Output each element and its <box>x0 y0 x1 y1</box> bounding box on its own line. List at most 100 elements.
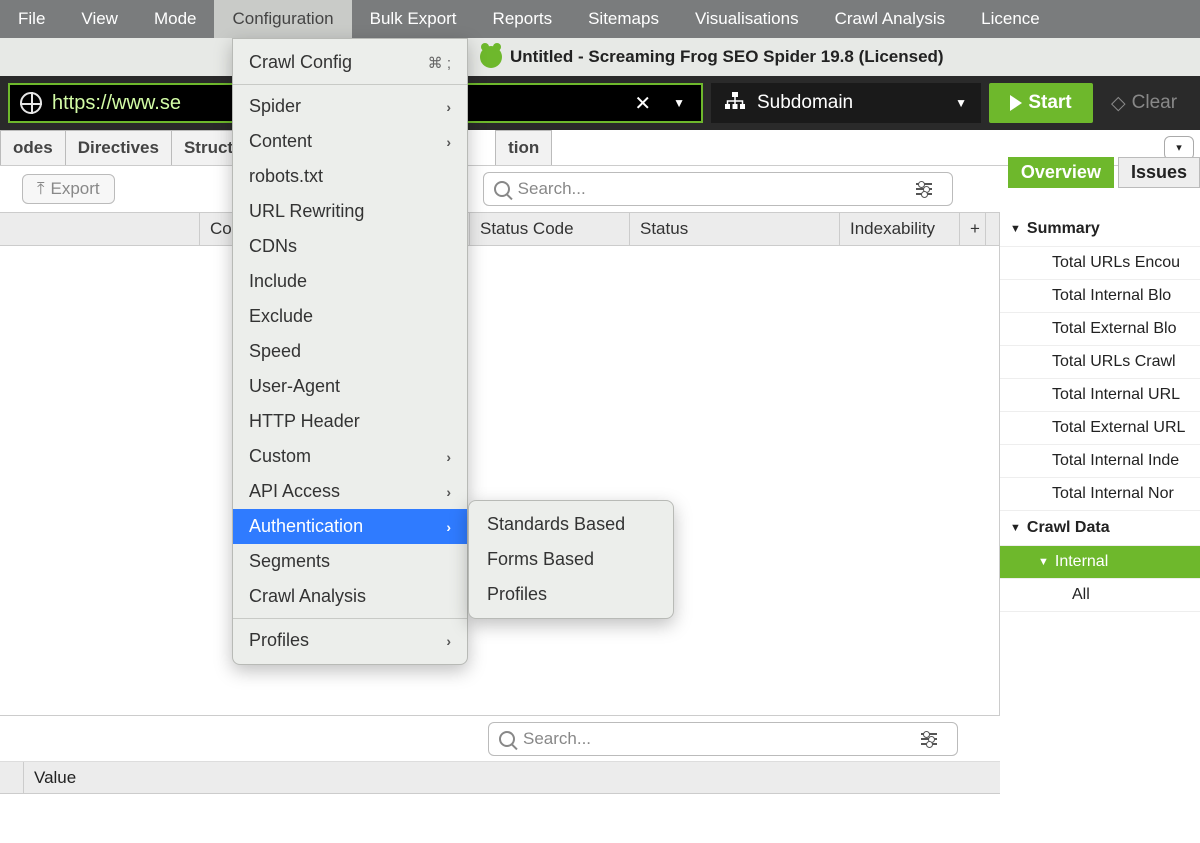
chevron-right-icon: › <box>446 134 451 150</box>
menu-item-crawl-config[interactable]: Crawl Config⌘ ; <box>233 45 467 80</box>
app-icon <box>480 46 502 68</box>
tab-directives[interactable]: Directives <box>65 130 172 165</box>
add-column-button[interactable]: + <box>960 213 986 245</box>
menu-item-label: robots.txt <box>249 166 323 187</box>
submenu-item-profiles[interactable]: Profiles <box>469 577 673 612</box>
menu-item-label: Authentication <box>249 516 363 537</box>
summary-item[interactable]: Total Internal Blo <box>1000 280 1200 313</box>
sitemap-icon <box>725 92 745 115</box>
start-label: Start <box>1028 92 1071 114</box>
menu-item-exclude[interactable]: Exclude <box>233 299 467 334</box>
menu-item-segments[interactable]: Segments <box>233 544 467 579</box>
col-status[interactable]: Status <box>630 213 840 245</box>
globe-icon <box>20 92 42 114</box>
menu-configuration[interactable]: Configuration <box>214 0 351 38</box>
tab-partial[interactable]: tion <box>495 130 552 165</box>
col-indexability[interactable]: Indexability <box>840 213 960 245</box>
scope-label: Subdomain <box>757 92 853 114</box>
menu-item-label: URL Rewriting <box>249 201 364 222</box>
submenu-item-standards-based[interactable]: Standards Based <box>469 507 673 542</box>
menu-item-http-header[interactable]: HTTP Header <box>233 404 467 439</box>
menu-file[interactable]: File <box>0 0 63 38</box>
detail-search-input[interactable]: Search... <box>488 722 958 756</box>
start-button[interactable]: Start <box>989 83 1093 123</box>
menu-reports[interactable]: Reports <box>475 0 571 38</box>
menu-item-label: Crawl Analysis <box>249 586 366 607</box>
menu-separator <box>233 618 467 619</box>
menubar: FileViewModeConfigurationBulk ExportRepo… <box>0 0 1200 38</box>
menu-item-label: Content <box>249 131 312 152</box>
menu-separator <box>233 84 467 85</box>
menu-bulk-export[interactable]: Bulk Export <box>352 0 475 38</box>
menu-item-spider[interactable]: Spider › <box>233 89 467 124</box>
overview-panel: ▼Summary Total URLs EncouTotal Internal … <box>1000 212 1200 843</box>
menu-item-profiles[interactable]: Profiles › <box>233 623 467 658</box>
menu-item-url-rewriting[interactable]: URL Rewriting <box>233 194 467 229</box>
summary-item[interactable]: Total Internal Inde <box>1000 445 1200 478</box>
chevron-down-icon: ▼ <box>955 96 967 110</box>
menu-item-authentication[interactable]: Authentication› <box>233 509 467 544</box>
search-icon <box>499 731 515 747</box>
menu-item-crawl-analysis[interactable]: Crawl Analysis <box>233 579 467 614</box>
menu-view[interactable]: View <box>63 0 136 38</box>
crawl-data-header[interactable]: ▼Crawl Data <box>1000 511 1200 546</box>
summary-item[interactable]: Total Internal URL <box>1000 379 1200 412</box>
detail-col-blank <box>0 762 24 793</box>
search-placeholder: Search... <box>523 729 591 749</box>
menu-shortcut: ⌘ ; <box>428 54 451 72</box>
submenu-item-forms-based[interactable]: Forms Based <box>469 542 673 577</box>
title-row: Untitled - Screaming Frog SEO Spider 19.… <box>0 38 1200 76</box>
col-blank[interactable] <box>0 213 200 245</box>
menu-item-label: Spider <box>249 96 301 117</box>
menu-crawl-analysis[interactable]: Crawl Analysis <box>817 0 964 38</box>
configuration-menu: Crawl Config⌘ ; Spider › Content › robots.txt… <box>232 38 468 665</box>
url-dropdown-icon[interactable]: ▼ <box>667 96 691 110</box>
menu-item-label: API Access <box>249 481 340 502</box>
chevron-right-icon: › <box>446 99 451 115</box>
summary-label: Summary <box>1027 220 1100 238</box>
menu-item-cdns[interactable]: CDNs <box>233 229 467 264</box>
clear-url-icon[interactable]: ✕ <box>628 91 657 116</box>
toolbar: https://www.se ✕ ▼ Subdomain ▼ Start ◇ C… <box>0 76 1200 130</box>
export-button[interactable]: ⤒ Export <box>22 174 115 204</box>
internal-row[interactable]: ▼Internal <box>1000 546 1200 579</box>
detail-col-value[interactable]: Value <box>24 762 86 793</box>
tab-overview[interactable]: Overview <box>1008 157 1114 188</box>
tab-issues[interactable]: Issues <box>1118 157 1200 188</box>
menu-item-robots-txt[interactable]: robots.txt <box>233 159 467 194</box>
menu-item-speed[interactable]: Speed <box>233 334 467 369</box>
menu-item-label: Profiles <box>249 630 309 651</box>
summary-item[interactable]: Total External URL <box>1000 412 1200 445</box>
internal-all-row[interactable]: All <box>1000 579 1200 612</box>
menu-item-label: CDNs <box>249 236 297 257</box>
internal-label: Internal <box>1055 553 1108 571</box>
menu-item-label: HTTP Header <box>249 411 360 432</box>
table-header: CoStatus CodeStatusIndexability+ <box>0 212 999 246</box>
detail-table-header: Value <box>0 762 1000 794</box>
clear-button[interactable]: ◇ Clear <box>1101 83 1187 123</box>
chevron-right-icon: › <box>446 633 451 649</box>
col-status-code[interactable]: Status Code <box>470 213 630 245</box>
menu-mode[interactable]: Mode <box>136 0 215 38</box>
menu-item-custom[interactable]: Custom› <box>233 439 467 474</box>
summary-item[interactable]: Total URLs Crawl <box>1000 346 1200 379</box>
menu-visualisations[interactable]: Visualisations <box>677 0 817 38</box>
scope-select[interactable]: Subdomain ▼ <box>711 83 981 123</box>
menu-licence[interactable]: Licence <box>963 0 1058 38</box>
menu-item-user-agent[interactable]: User-Agent <box>233 369 467 404</box>
menu-item-label: Exclude <box>249 306 313 327</box>
summary-item[interactable]: Total External Blo <box>1000 313 1200 346</box>
menu-sitemaps[interactable]: Sitemaps <box>570 0 677 38</box>
menu-item-api-access[interactable]: API Access› <box>233 474 467 509</box>
filter-icon[interactable] <box>915 725 943 753</box>
summary-header[interactable]: ▼Summary <box>1000 212 1200 247</box>
menu-item-include[interactable]: Include <box>233 264 467 299</box>
search-input[interactable]: Search... <box>483 172 953 206</box>
summary-item[interactable]: Total Internal Nor <box>1000 478 1200 511</box>
summary-item[interactable]: Total URLs Encou <box>1000 247 1200 280</box>
window-title: Untitled - Screaming Frog SEO Spider 19.… <box>510 47 944 67</box>
tab-odes[interactable]: odes <box>0 130 66 165</box>
filter-icon[interactable] <box>910 175 938 203</box>
menu-item-label: Custom <box>249 446 311 467</box>
menu-item-content[interactable]: Content › <box>233 124 467 159</box>
